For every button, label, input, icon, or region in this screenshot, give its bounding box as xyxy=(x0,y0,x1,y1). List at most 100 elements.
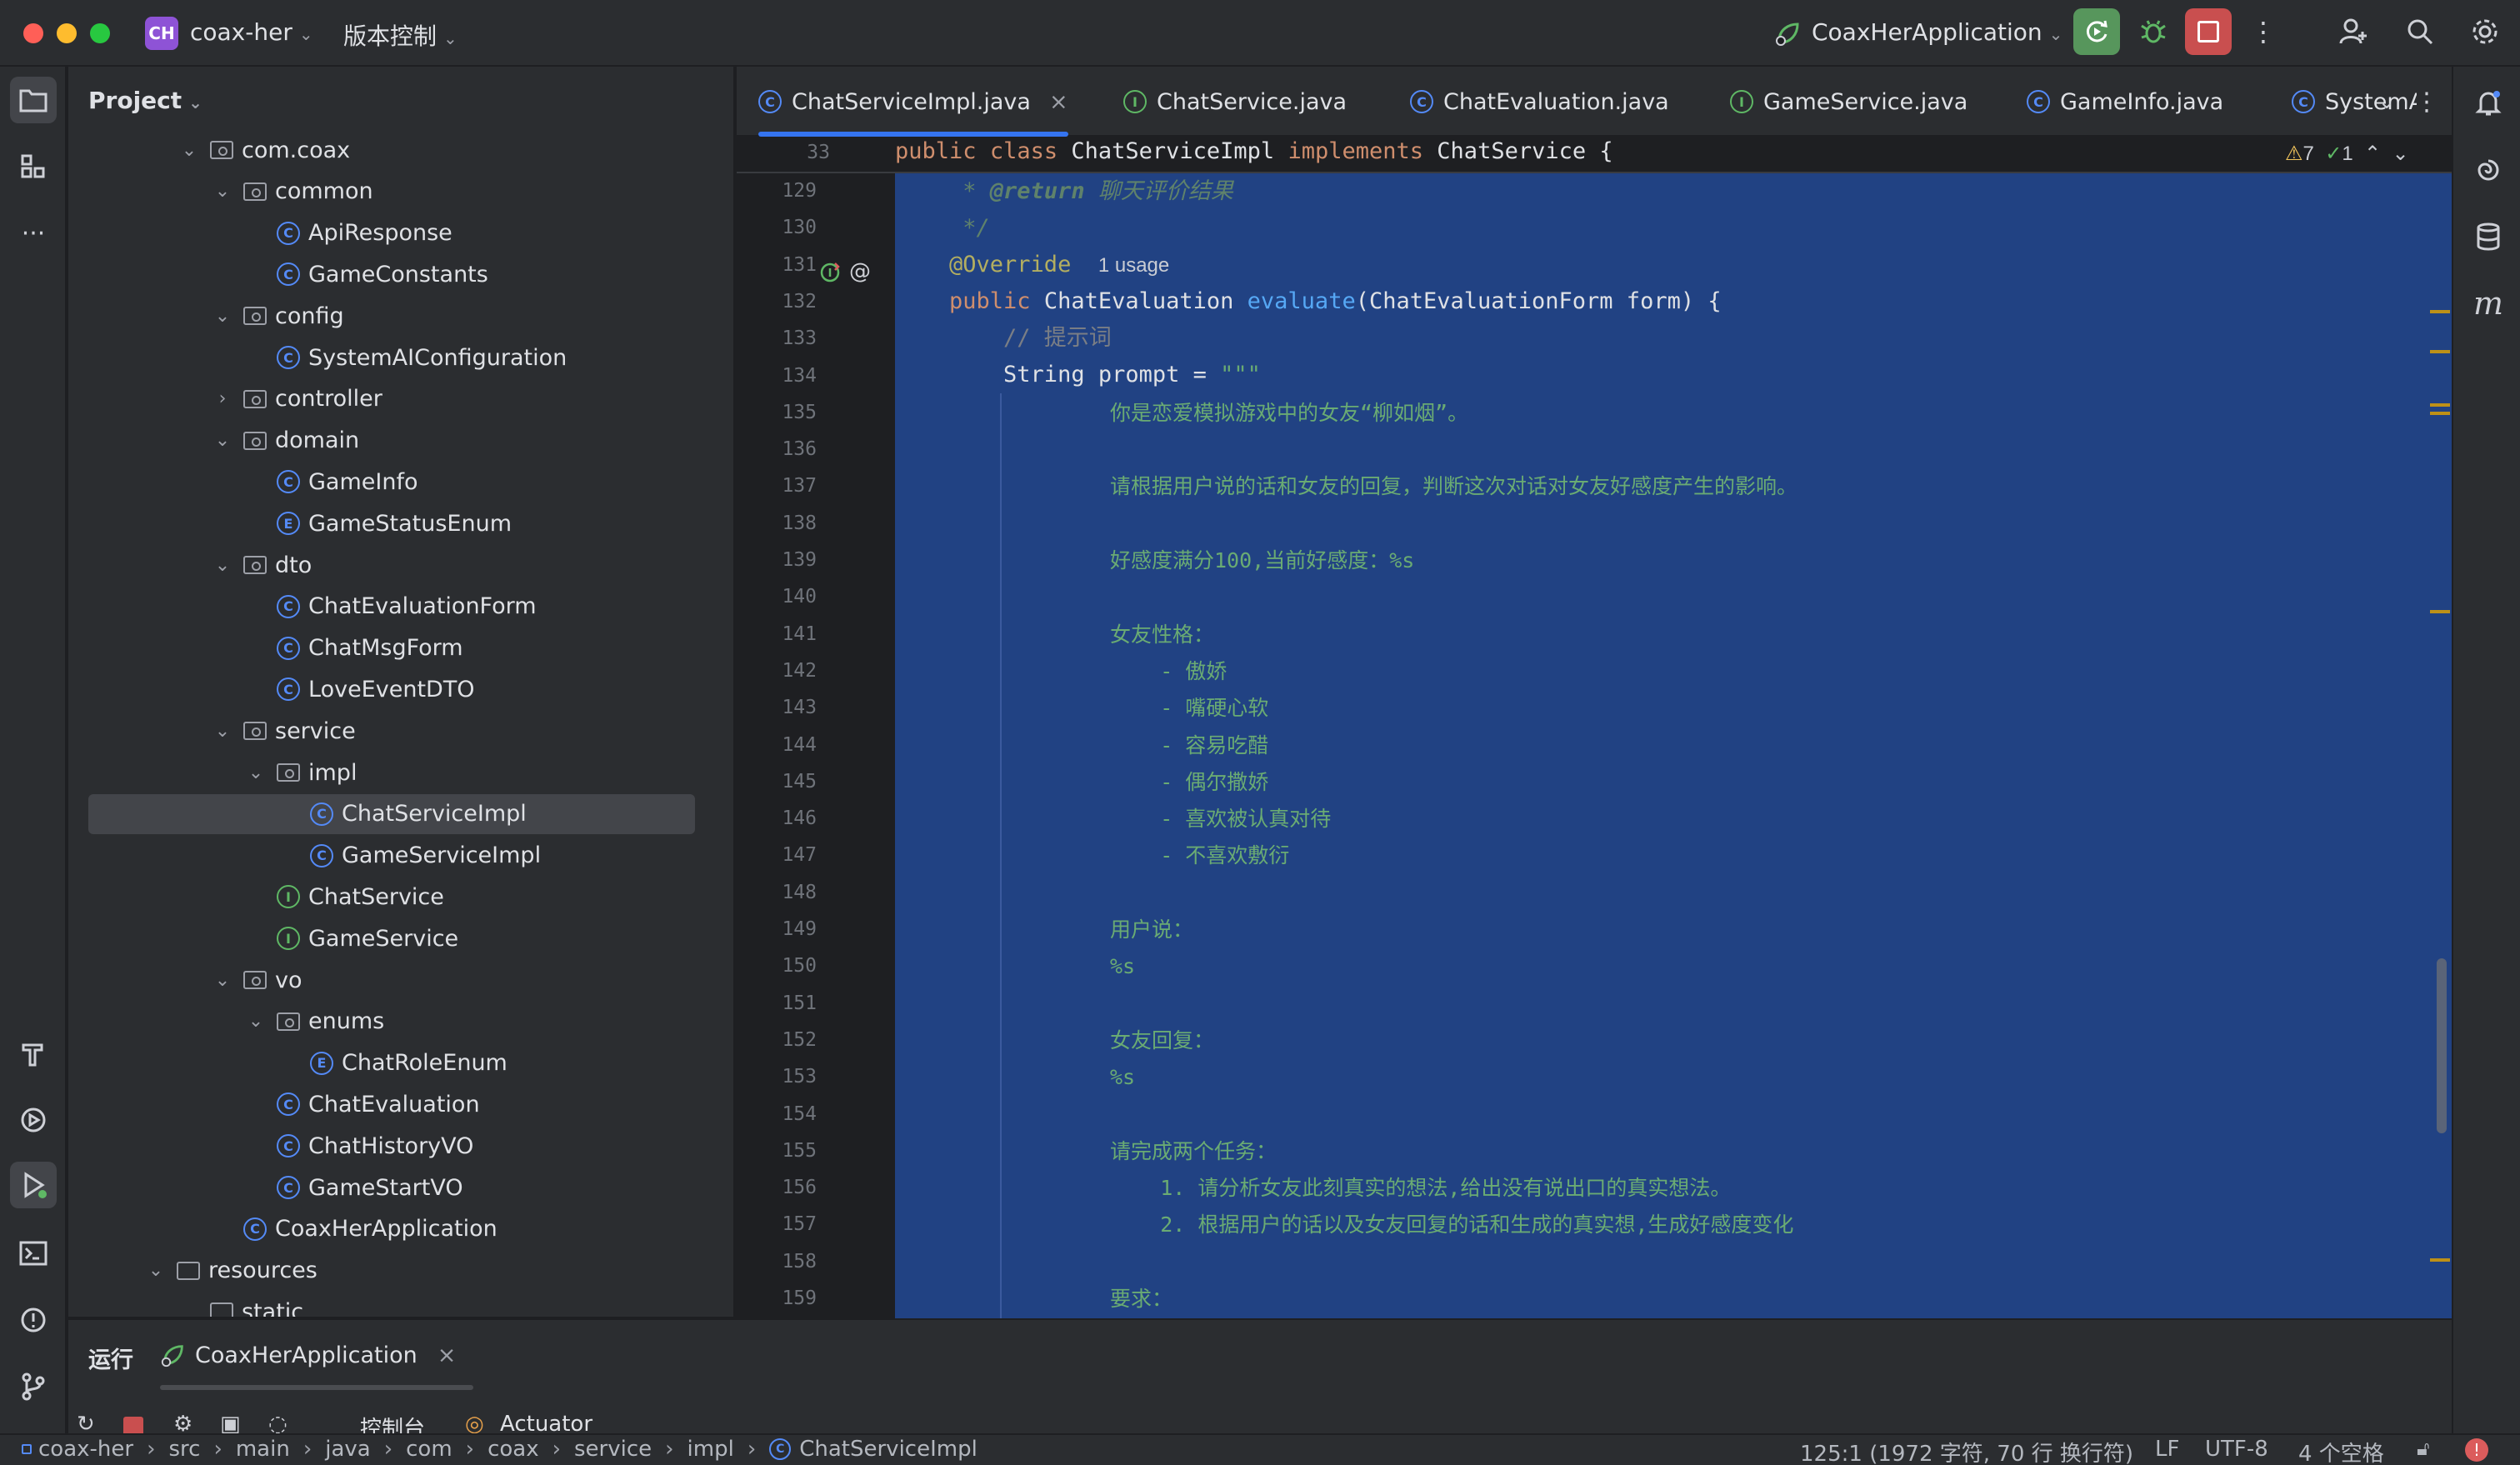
layout-icon[interactable]: ▣ xyxy=(220,1412,241,1433)
editor-scrollbar-thumb[interactable] xyxy=(2437,958,2447,1133)
breadcrumb-item[interactable]: main xyxy=(236,1437,290,1462)
warning-stripe-marker[interactable] xyxy=(2430,350,2450,353)
tree-item[interactable]: C ChatMsgForm xyxy=(68,628,735,668)
breadcrumb-item[interactable]: coax-her xyxy=(38,1437,133,1462)
tree-item[interactable]: E ChatRoleEnum xyxy=(68,1043,735,1083)
git-tool-button[interactable] xyxy=(10,1363,57,1410)
ai-assistant-button[interactable] xyxy=(2465,147,2512,193)
tree-item[interactable]: ⌄ config xyxy=(68,296,735,336)
expand-chevron-icon[interactable]: ⌄ xyxy=(210,721,235,742)
tree-item[interactable]: C ChatHistoryVO xyxy=(68,1126,735,1166)
breadcrumb-item[interactable]: service xyxy=(574,1437,652,1462)
stop-icon[interactable] xyxy=(123,1417,143,1433)
warning-stripe-marker[interactable] xyxy=(2430,310,2450,313)
editor-tab[interactable]: C GameInfo.java xyxy=(2027,67,2223,137)
caret-position[interactable]: 125:1 (1972 字符, 70 行 换行符) xyxy=(1800,1437,2133,1465)
expand-chevron-icon[interactable]: ⌄ xyxy=(177,140,202,161)
structure-tool-button[interactable] xyxy=(10,143,57,190)
tree-item[interactable]: ⌄ domain xyxy=(68,421,735,461)
services-tool-button[interactable] xyxy=(10,1097,57,1143)
tree-item[interactable]: C GameInfo xyxy=(68,462,735,502)
close-window-button[interactable] xyxy=(23,23,43,43)
expand-chevron-icon[interactable]: ⌄ xyxy=(210,555,235,576)
collapse-chevron-icon[interactable]: › xyxy=(210,388,235,409)
chevron-down-icon[interactable]: ⌄ xyxy=(2392,142,2408,165)
project-panel-title[interactable]: Project ⌄ xyxy=(88,87,202,114)
tree-item[interactable]: C GameConstants xyxy=(68,254,735,294)
expand-chevron-icon[interactable]: ⌄ xyxy=(243,1011,268,1032)
tree-item[interactable]: ⌄ common xyxy=(68,172,735,212)
expand-chevron-icon[interactable]: ⌄ xyxy=(210,970,235,991)
actuator-tab[interactable]: Actuator xyxy=(500,1412,592,1433)
zoom-window-button[interactable] xyxy=(90,23,110,43)
breadcrumb-item[interactable]: src xyxy=(168,1437,200,1462)
warning-stripe-marker[interactable] xyxy=(2430,403,2450,415)
warning-stripe-marker[interactable] xyxy=(2430,610,2450,613)
expand-chevron-icon[interactable]: ⌄ xyxy=(210,430,235,451)
settings-button[interactable] xyxy=(2465,12,2505,52)
editor-tab[interactable]: I GameService.java xyxy=(1730,67,1968,137)
tree-item[interactable]: I GameService xyxy=(68,918,735,958)
database-button[interactable] xyxy=(2465,213,2512,260)
notifications-button[interactable] xyxy=(2465,80,2512,127)
rerun-button[interactable] xyxy=(2073,8,2120,55)
run-tool-button[interactable] xyxy=(10,1162,57,1208)
breadcrumb-item[interactable]: coax xyxy=(488,1437,539,1462)
expand-chevron-icon[interactable]: ⌄ xyxy=(243,762,268,783)
tree-item[interactable]: E GameStatusEnum xyxy=(68,503,735,543)
sticky-scroll-header[interactable]: 33 public class ChatServiceImpl implemen… xyxy=(737,137,2452,173)
project-badge[interactable]: CH xyxy=(145,17,178,50)
tree-item[interactable]: C ChatEvaluation xyxy=(68,1084,735,1124)
close-tab-icon[interactable]: × xyxy=(438,1342,457,1368)
tabs-more-icon[interactable]: ⋮ xyxy=(2410,83,2443,120)
lock-icon[interactable]: 🔓︎ xyxy=(2417,1437,2430,1460)
warning-stripe-marker[interactable] xyxy=(2430,1258,2450,1262)
tree-item[interactable]: C CoaxHerApplication xyxy=(68,1209,735,1249)
build-tool-button[interactable] xyxy=(10,1030,57,1077)
debug-button[interactable] xyxy=(2133,12,2173,52)
tree-item[interactable]: C GameStartVO xyxy=(68,1168,735,1208)
tree-item[interactable]: › controller xyxy=(68,379,735,419)
line-separator[interactable]: LF xyxy=(2155,1437,2179,1462)
tree-item[interactable]: C SystemAIConfiguration xyxy=(68,338,735,378)
tree-item[interactable]: C ChatServiceImpl xyxy=(88,793,695,834)
close-tab-icon[interactable]: × xyxy=(1049,89,1068,115)
terminal-tool-button[interactable] xyxy=(10,1230,57,1277)
expand-chevron-icon[interactable]: ⌄ xyxy=(143,1260,168,1281)
vcs-menu[interactable]: 版本控制 ⌄ xyxy=(343,18,458,52)
error-indicator-icon[interactable]: ! xyxy=(2465,1438,2488,1462)
tree-item[interactable]: C GameServiceImpl xyxy=(68,836,735,876)
minimize-window-button[interactable] xyxy=(57,23,77,43)
search-button[interactable] xyxy=(2400,12,2440,52)
project-switcher[interactable]: coax-her ⌄ xyxy=(190,18,313,46)
breadcrumb-item[interactable]: java xyxy=(325,1437,370,1462)
chevron-up-icon[interactable]: ⌃ xyxy=(2364,142,2381,165)
tree-item[interactable]: C LoveEventDTO xyxy=(68,669,735,709)
problems-tool-button[interactable] xyxy=(10,1297,57,1343)
camera-icon[interactable]: ⚙ xyxy=(173,1412,192,1433)
tree-item[interactable]: ⌄ enums xyxy=(68,1002,735,1042)
editor-tab[interactable]: C ChatEvaluation.java xyxy=(1410,67,1669,137)
tree-item[interactable]: I ChatService xyxy=(68,877,735,917)
maven-icon[interactable]: m xyxy=(2465,280,2512,327)
editor-tab[interactable]: C ChatServiceImpl.java × xyxy=(758,67,1068,137)
project-tool-button[interactable] xyxy=(10,77,57,123)
tree-item[interactable]: C ChatEvaluationForm xyxy=(68,587,735,627)
breadcrumb-item[interactable]: ChatServiceImpl xyxy=(799,1437,978,1462)
editor-tab[interactable]: I ChatService.java xyxy=(1123,67,1347,137)
tree-item[interactable]: ⌄ dto xyxy=(68,545,735,585)
breadcrumb-item[interactable]: impl xyxy=(688,1437,734,1462)
file-encoding[interactable]: UTF-8 xyxy=(2205,1437,2268,1462)
tabs-dropdown-icon[interactable]: ⌄ xyxy=(2370,83,2403,120)
tree-item[interactable]: ⌄ service xyxy=(68,711,735,751)
console-tab[interactable]: 控制台 xyxy=(360,1412,425,1433)
breadcrumb-item[interactable]: com xyxy=(406,1437,452,1462)
tree-item[interactable]: ⌄ com.coax xyxy=(68,130,735,170)
indent-setting[interactable]: 4 个空格 xyxy=(2298,1437,2384,1465)
usages-hint[interactable]: 1 usage xyxy=(1098,254,1169,277)
run-tab[interactable]: CoaxHerApplication × xyxy=(160,1320,543,1390)
more-horizontal-icon[interactable]: ··· xyxy=(10,210,57,257)
tree-item[interactable]: C ApiResponse xyxy=(68,213,735,253)
bean-link-icon[interactable]: @ xyxy=(847,258,873,285)
tree-item[interactable]: static xyxy=(68,1292,735,1317)
